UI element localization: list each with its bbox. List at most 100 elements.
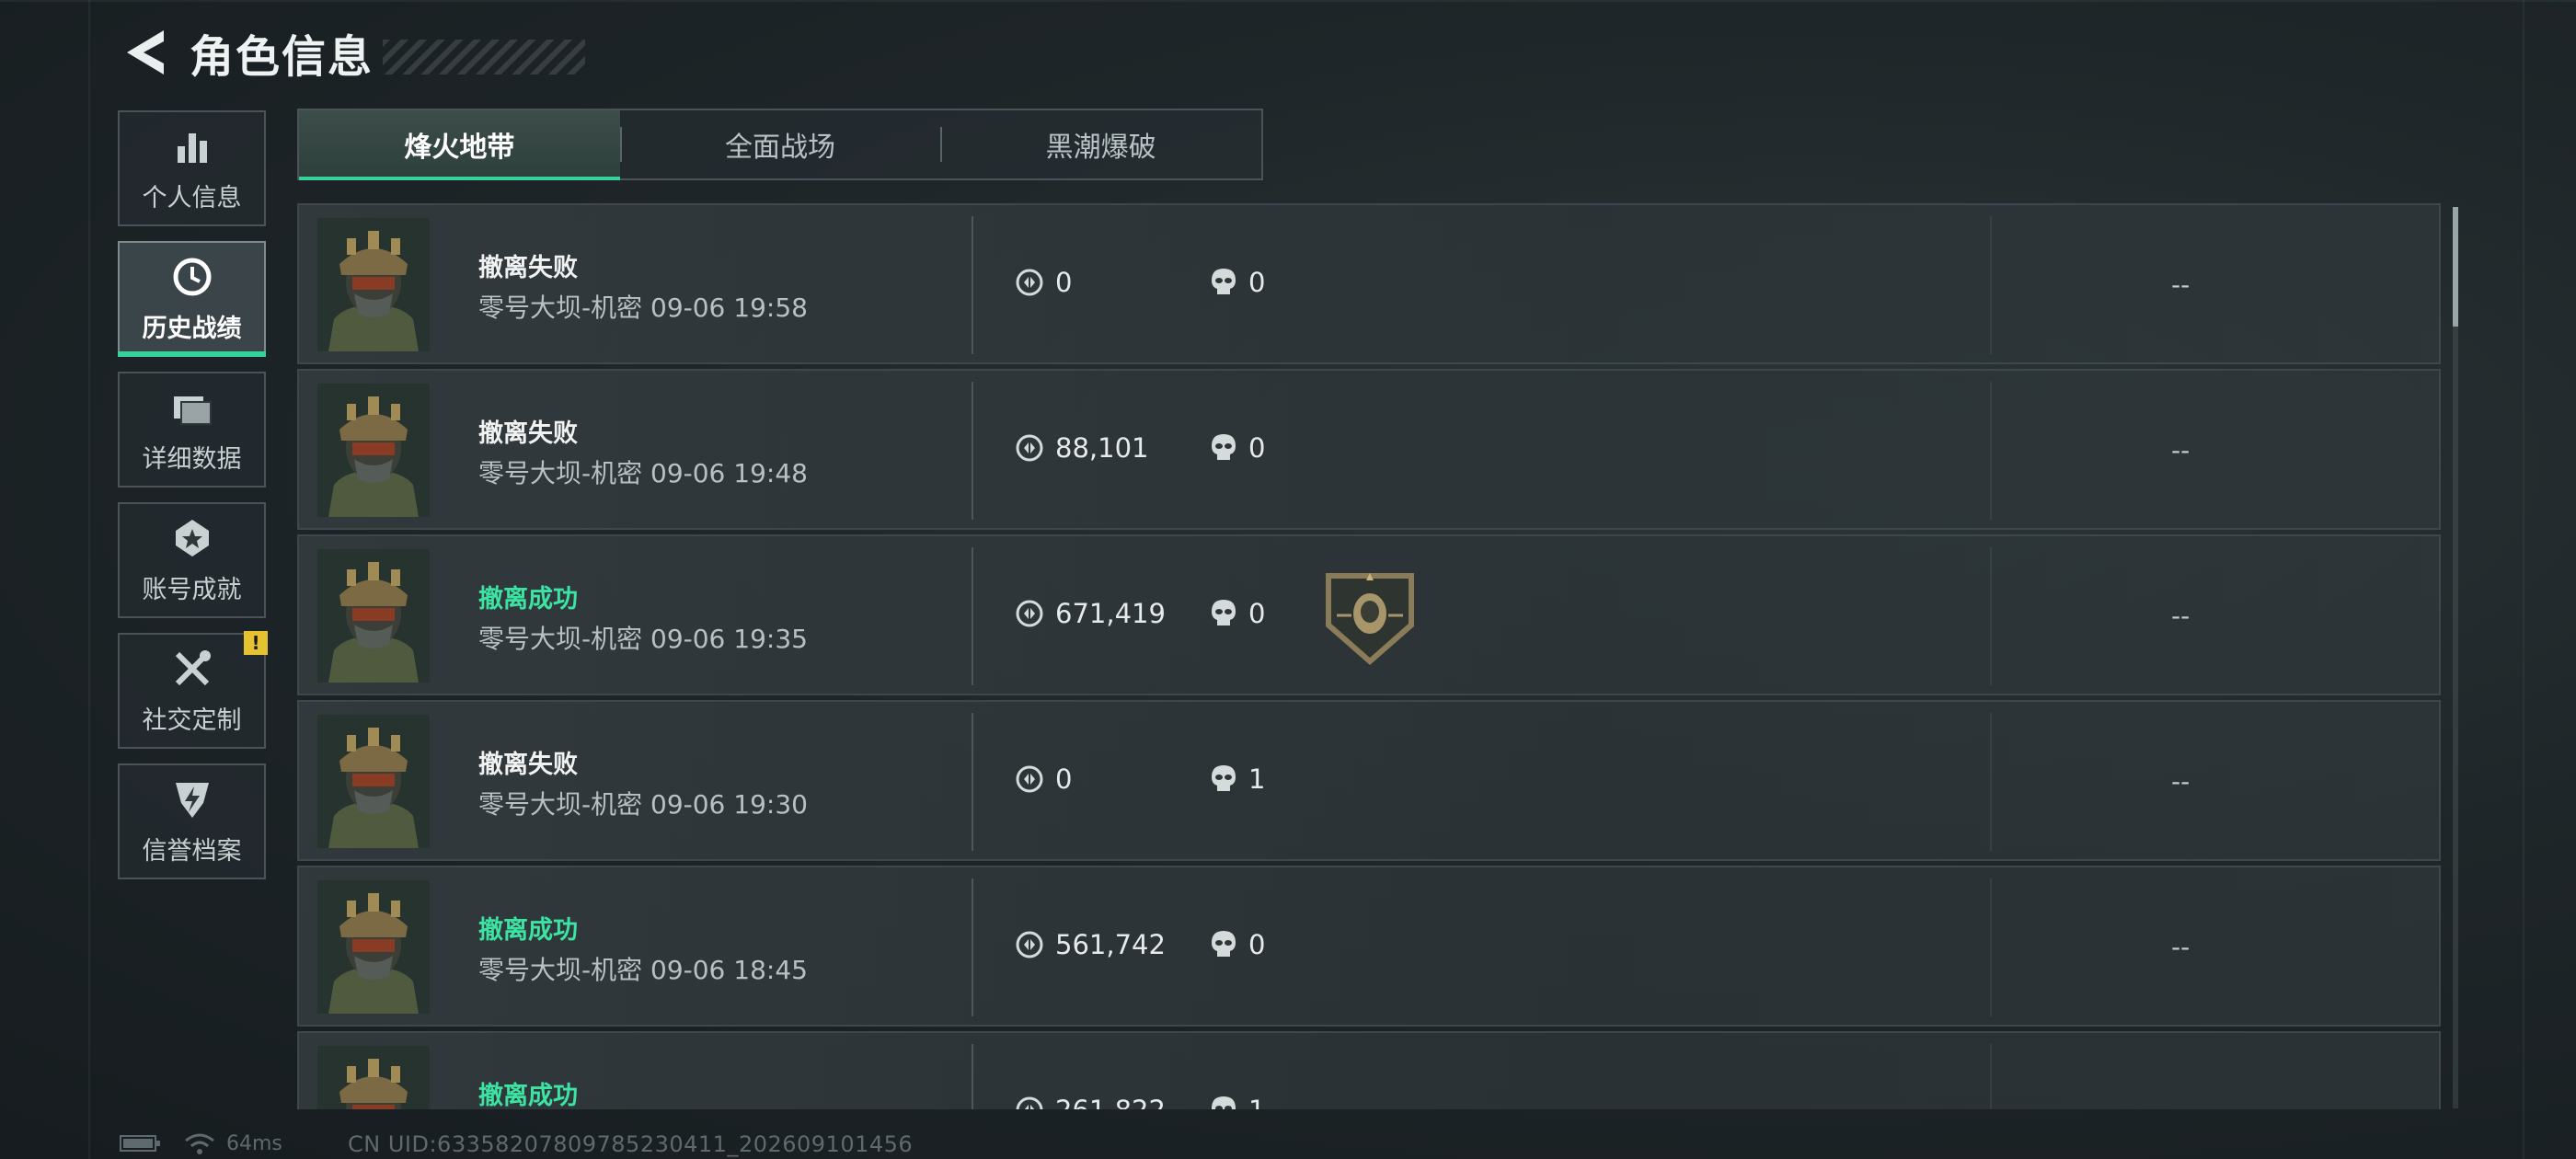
extra-info: -- — [2171, 766, 2191, 797]
coin-icon — [1016, 765, 1043, 793]
row-divider-secondary — [1990, 878, 1992, 1016]
sidebar-item-label: 详细数据 — [142, 444, 242, 474]
loot-value: 261,822 — [1015, 1095, 1166, 1109]
kills-skull-icon — [1212, 765, 1236, 791]
row-divider — [972, 1044, 973, 1109]
bg-frame-right — [2523, 0, 2524, 1159]
operator-avatar — [317, 880, 430, 1014]
kill-count-text: 0 — [1248, 267, 1266, 298]
sidebar-item-social[interactable]: 社交定制 ! — [118, 631, 268, 749]
back-button[interactable] — [118, 25, 173, 80]
kill-count: 0 — [1210, 598, 1265, 629]
kill-count: 0 — [1210, 432, 1265, 464]
match-history-list[interactable]: 撤离失败 零号大坝-机密 09-06 19:58 0 0 -- 撤离失败 零号大… — [297, 203, 2441, 1109]
kill-count-text: 0 — [1248, 598, 1266, 629]
row-divider — [972, 382, 973, 520]
kill-count: 0 — [1210, 267, 1265, 298]
sidebar-item-credit[interactable]: 信誉档案 — [118, 763, 266, 879]
bg-frame-top — [0, 0, 2576, 2]
page-header: 角色信息 — [118, 20, 586, 85]
credit-shield-icon — [170, 777, 214, 821]
loot-value: 561,742 — [1015, 929, 1166, 960]
loot-value-text: 671,419 — [1055, 598, 1166, 629]
extraction-status: 撤离成功 — [478, 916, 578, 945]
notification-badge: ! — [244, 631, 268, 655]
sidebar-item-label: 信誉档案 — [142, 836, 242, 866]
operator-avatar — [317, 1046, 430, 1109]
match-record-row[interactable]: 撤离成功 零号大坝-机密 09-06 18:45 561,742 0 -- — [297, 866, 2441, 1027]
loot-value-text: 261,822 — [1055, 1095, 1166, 1109]
extraction-status: 撤离成功 — [478, 585, 578, 614]
extraction-status: 撤离失败 — [478, 419, 578, 448]
match-record-row[interactable]: 撤离失败 零号大坝-机密 09-06 19:30 0 1 -- — [297, 700, 2441, 861]
tab-full-battlefield[interactable]: 全面战场 — [619, 110, 941, 178]
tab-beacon-zone[interactable]: 烽火地带 — [299, 110, 620, 180]
wifi-icon — [185, 1133, 214, 1154]
loot-value-text: 0 — [1055, 267, 1073, 298]
sidebar-item-details[interactable]: 详细数据 — [118, 372, 266, 488]
operator-avatar — [317, 715, 430, 848]
kills-skull-icon — [1212, 434, 1236, 460]
status-bar: 64ms — [120, 1131, 282, 1155]
extraction-status: 撤离失败 — [478, 751, 578, 779]
row-divider — [972, 216, 973, 354]
kills-skull-icon — [1212, 269, 1236, 294]
title-decoration — [383, 40, 586, 75]
operator-avatar — [317, 218, 430, 351]
loot-value: 0 — [1015, 763, 1072, 795]
match-record-row[interactable]: 撤离失败 零号大坝-机密 09-06 19:48 88,101 0 -- — [297, 369, 2441, 530]
row-divider — [972, 547, 973, 685]
row-divider-secondary — [1990, 713, 1992, 851]
history-clock-icon — [170, 255, 214, 299]
kill-count-text: 1 — [1248, 763, 1266, 795]
map-and-time: 零号大坝-机密 09-06 19:48 — [478, 458, 808, 488]
kill-count: 0 — [1210, 929, 1265, 960]
coin-icon — [1016, 931, 1043, 958]
match-record-row[interactable]: 撤离成功 零号大坝-机密 09-06 19:35 671,419 0 -- — [297, 534, 2441, 695]
row-divider-secondary — [1990, 382, 1992, 520]
operator-avatar — [317, 549, 430, 683]
sidebar-item-history[interactable]: 历史战绩 — [118, 241, 266, 357]
loot-value: 671,419 — [1015, 598, 1166, 629]
kill-count-text: 0 — [1248, 929, 1266, 960]
map-and-time: 零号大坝-机密 09-06 18:45 — [478, 955, 808, 985]
sidebar-item-label: 个人信息 — [142, 183, 242, 212]
sidebar: 个人信息 历史战绩 详细数据 账号成就 社交定制 ! 信誉档案 — [118, 110, 268, 894]
coin-icon — [1016, 434, 1043, 462]
back-arrow-icon — [127, 30, 164, 75]
kill-count-text: 1 — [1248, 1095, 1265, 1109]
scroll-thumb[interactable] — [2453, 207, 2458, 327]
extra-info: -- — [2171, 270, 2191, 300]
kills-skull-icon — [1212, 931, 1236, 957]
extra-info: -- — [2171, 601, 2191, 631]
page-title: 角色信息 — [190, 31, 374, 83]
scrollbar[interactable] — [2453, 207, 2458, 1108]
sidebar-item-achievements[interactable]: 账号成就 — [118, 502, 266, 618]
sidebar-item-label: 历史战绩 — [142, 314, 242, 343]
extraction-status: 撤离失败 — [478, 254, 578, 282]
ping-value: 64ms — [226, 1131, 282, 1155]
sidebar-item-profile[interactable]: 个人信息 — [118, 110, 266, 226]
coin-icon — [1016, 269, 1043, 296]
sidebar-item-label: 社交定制 — [142, 706, 242, 735]
row-divider — [972, 713, 973, 851]
match-record-row[interactable]: 撤离失败 零号大坝-机密 09-06 19:58 0 0 -- — [297, 203, 2441, 364]
map-and-time: 零号大坝-机密 09-06 19:35 — [478, 624, 808, 654]
cards-icon — [170, 385, 214, 430]
bg-frame-left — [88, 0, 90, 1159]
sidebar-item-label: 账号成就 — [142, 575, 242, 604]
operator-avatar — [317, 384, 430, 517]
loot-value: 0 — [1015, 267, 1072, 298]
row-divider — [972, 878, 973, 1016]
tab-dark-tide[interactable]: 黑潮爆破 — [940, 110, 1261, 178]
medal-badge-icon — [1326, 573, 1414, 665]
row-divider-secondary — [1990, 547, 1992, 685]
battery-icon — [120, 1135, 160, 1152]
extraction-status: 撤离成功 — [478, 1082, 578, 1109]
kills-skull-icon — [1212, 1096, 1236, 1109]
match-record-row[interactable]: 撤离成功 261,822 1 — [297, 1031, 2441, 1109]
loot-value: 88,101 — [1015, 432, 1148, 464]
row-divider-secondary — [1990, 216, 1992, 354]
coin-icon — [1016, 1096, 1043, 1109]
extra-info: -- — [2171, 435, 2191, 465]
